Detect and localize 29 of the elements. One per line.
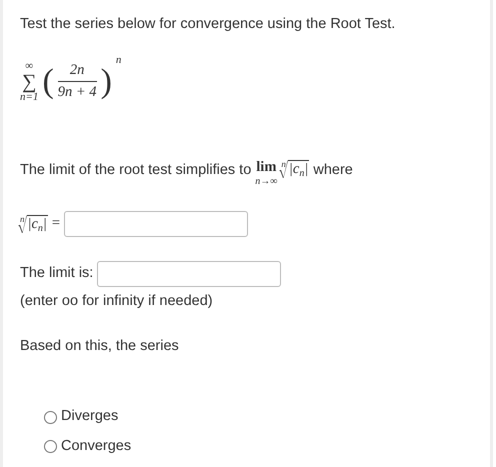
prompt-text: Based on this, the series	[20, 337, 180, 356]
sum-upper-limit: ∞	[25, 60, 34, 72]
limit-operator: lim	[256, 160, 276, 176]
sentence-text: The limit of the root test simplifies to	[20, 160, 252, 180]
radicand: |c$_{n}$|	[288, 160, 310, 178]
limit-field[interactable]	[97, 260, 282, 287]
hint-text: (enter oo for infinity if needed)	[20, 292, 214, 311]
option-label[interactable]: Converges	[61, 436, 132, 458]
sum-lower-limit: n=1	[20, 92, 38, 103]
option-label[interactable]: Diverges	[61, 406, 118, 428]
exponent: n	[116, 52, 122, 68]
root-index: n	[281, 160, 286, 169]
radicand: |c$_{n}$|	[26, 215, 48, 233]
numerator: 2n	[70, 60, 84, 80]
equals-sign: =	[52, 214, 60, 233]
denominator: 9n + 4	[58, 83, 97, 102]
radio-button[interactable]	[44, 440, 57, 454]
answer-field[interactable]	[64, 210, 248, 237]
summation-sign: ∑	[22, 72, 36, 92]
root-index: n	[20, 214, 24, 224]
right-parenthesis: )	[100, 64, 112, 99]
left-parenthesis: (	[42, 64, 54, 99]
limit-subscript: n→∞	[255, 176, 278, 187]
radical-sign-icon	[278, 160, 288, 178]
limit-label: The limit is:	[20, 264, 94, 283]
radical-sign-icon	[18, 214, 26, 233]
instruction-text: Test the series below for convergence using the Root Test.	[20, 15, 396, 34]
sentence-text: where	[313, 160, 353, 180]
radio-button[interactable]	[44, 410, 57, 424]
